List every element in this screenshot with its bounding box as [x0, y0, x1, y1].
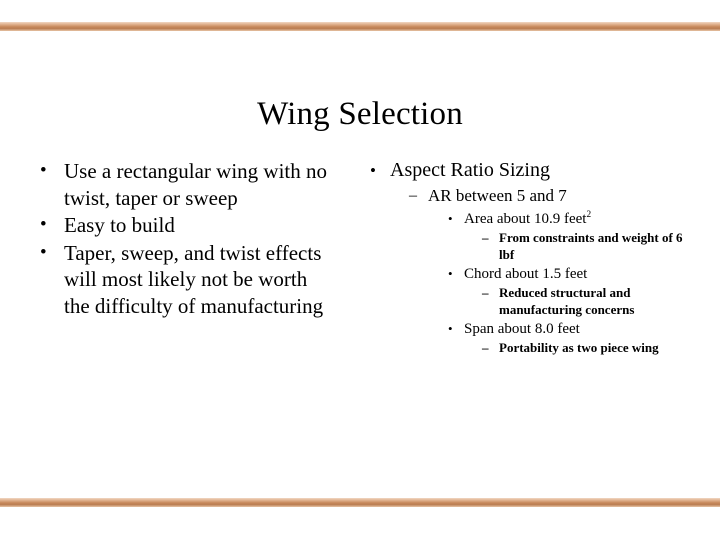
- superscript-exponent: 2: [586, 210, 592, 220]
- list-item: • Taper, sweep, and twist effects will m…: [26, 240, 336, 320]
- list-item: • Area about 10.9 feet2: [356, 209, 696, 229]
- bullet-glyph: •: [448, 266, 453, 281]
- list-item: – Reduced structural and manufacturing c…: [356, 285, 696, 318]
- slide-canvas: Wing Selection • Use a rectangular wing …: [0, 0, 720, 540]
- left-content-column: • Use a rectangular wing with no twist, …: [26, 158, 336, 320]
- list-item-text: Reduced structural and manufacturing con…: [499, 285, 635, 317]
- list-item-text: Taper, sweep, and twist effects will mos…: [64, 240, 324, 318]
- list-item-text-main: Area about 10.9 feet: [464, 211, 587, 227]
- list-item: • Aspect Ratio Sizing: [356, 158, 696, 183]
- dash-glyph: –: [482, 285, 489, 300]
- left-bullet-list: • Use a rectangular wing with no twist, …: [26, 158, 336, 319]
- list-item-text: Portability as two piece wing: [499, 340, 659, 355]
- list-item: • Use a rectangular wing with no twist, …: [26, 158, 336, 211]
- dash-glyph: –: [482, 230, 489, 245]
- bullet-glyph: •: [448, 211, 453, 226]
- bullet-glyph: •: [40, 241, 47, 263]
- list-item: – From constraints and weight of 6 lbf: [356, 230, 696, 263]
- list-item-text: Span about 8.0 feet: [464, 321, 580, 337]
- bullet-glyph: •: [370, 161, 376, 180]
- dash-glyph: –: [409, 187, 417, 204]
- list-item: • Easy to build: [26, 212, 336, 239]
- bullet-glyph: •: [40, 160, 47, 181]
- right-content-column: • Aspect Ratio Sizing – AR between 5 and…: [356, 158, 696, 358]
- list-item-text: Easy to build: [64, 213, 175, 237]
- list-item-text: Chord about 1.5 feet: [464, 266, 588, 282]
- list-item-text: From constraints and weight of 6 lbf: [499, 230, 683, 262]
- right-bullet-list: • Aspect Ratio Sizing – AR between 5 and…: [356, 158, 696, 357]
- list-item-text: AR between 5 and 7: [428, 186, 567, 205]
- bullet-glyph: •: [40, 214, 47, 235]
- slide-title: Wing Selection: [257, 96, 463, 133]
- list-item: – Portability as two piece wing: [356, 340, 696, 357]
- list-item: – AR between 5 and 7: [356, 185, 696, 207]
- list-item: • Span about 8.0 feet: [356, 319, 696, 339]
- top-decorative-rule: [0, 22, 720, 31]
- bottom-decorative-rule: [0, 498, 720, 507]
- list-item-text: Area about 10.9 feet2: [464, 209, 696, 229]
- dash-glyph: –: [482, 340, 489, 355]
- list-item-text: Use a rectangular wing with no twist, ta…: [64, 159, 328, 210]
- list-item: • Chord about 1.5 feet: [356, 264, 696, 284]
- list-item-text: Aspect Ratio Sizing: [390, 159, 550, 181]
- bullet-glyph: •: [448, 321, 453, 336]
